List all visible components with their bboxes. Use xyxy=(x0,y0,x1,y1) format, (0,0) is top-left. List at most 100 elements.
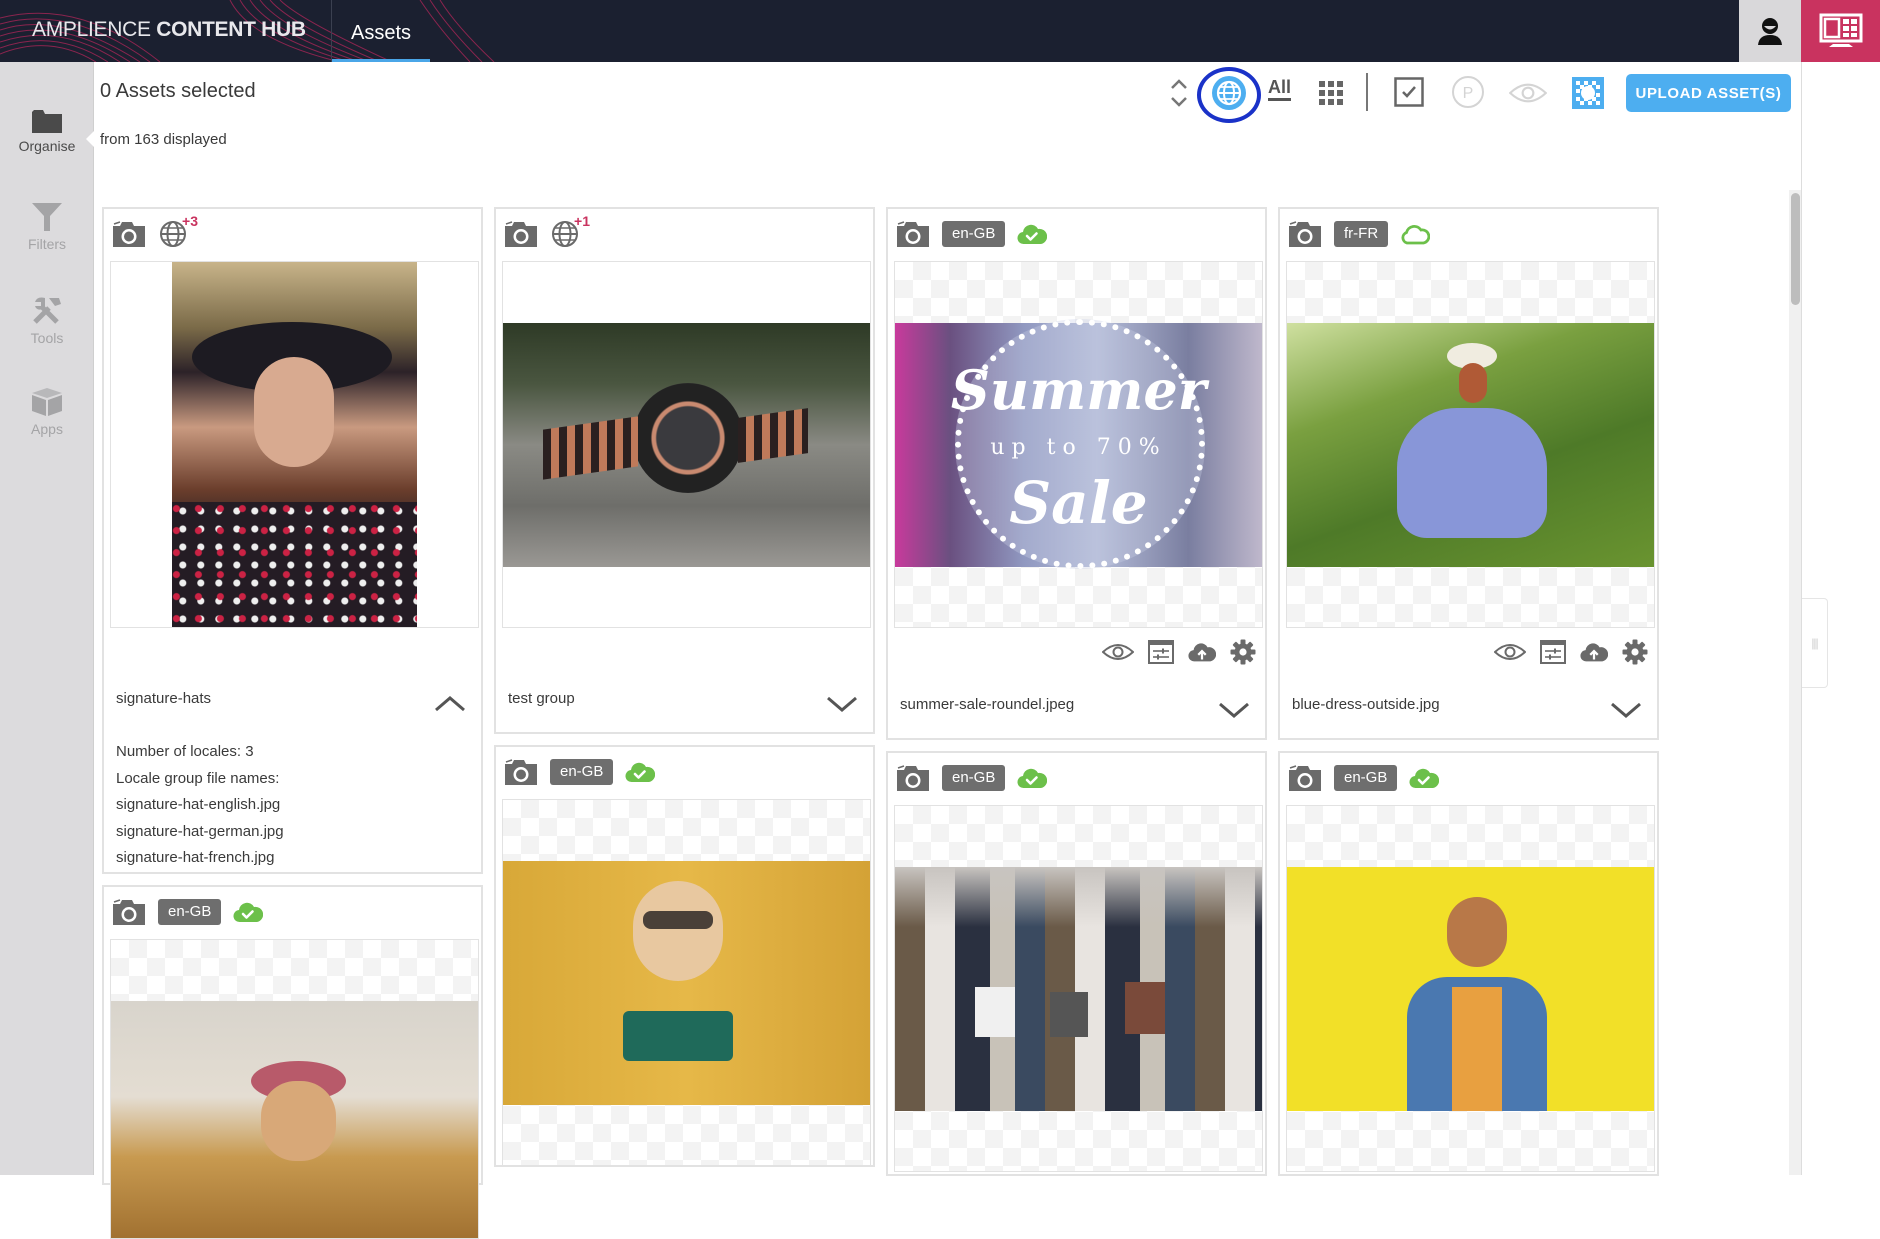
locale-badge: en-GB xyxy=(158,899,222,925)
asset-card-group[interactable]: +3 signature-hats Number of locales: 3 L… xyxy=(102,207,483,874)
asset-thumbnail[interactable] xyxy=(894,805,1263,1172)
thumbnail-image-woman-field xyxy=(111,1001,478,1238)
publish-p-icon: P xyxy=(1452,76,1484,108)
file-names-label: Locale group file names: xyxy=(116,769,280,787)
card-header: +1 xyxy=(504,213,590,249)
tools-icon xyxy=(33,297,61,324)
asset-thumbnail[interactable]: Summer up to 70% Sale xyxy=(894,261,1263,628)
locale-group-indicator: +1 xyxy=(550,213,590,249)
sort-updown-icon xyxy=(1171,79,1187,107)
all-filter-link[interactable]: All xyxy=(1268,78,1292,101)
camera-icon xyxy=(1288,764,1322,792)
transparency-toggle-button[interactable] xyxy=(1572,77,1604,109)
asset-thumbnail[interactable] xyxy=(110,261,479,628)
thumbnail-image-woman-black-hat xyxy=(172,262,417,627)
asset-thumbnail[interactable] xyxy=(1286,261,1655,628)
sidebar-item-filters[interactable]: Filters xyxy=(0,202,94,252)
asset-name: signature-hats xyxy=(116,690,212,707)
sidebar-item-apps[interactable]: Apps xyxy=(0,387,94,437)
asset-card[interactable]: en-GB Summer up to 70% Sale summer-sale-… xyxy=(886,207,1267,740)
adjust-icon[interactable] xyxy=(1148,640,1174,664)
eye-icon[interactable] xyxy=(1102,642,1134,662)
cloud-published-icon xyxy=(625,761,655,783)
brand-name-light: AMPLIENCE xyxy=(32,18,151,41)
locale-count-badge: +3 xyxy=(182,213,198,229)
card-header: +3 xyxy=(112,213,198,249)
camera-icon xyxy=(112,220,146,248)
asset-card[interactable]: en-GB xyxy=(1278,751,1659,1176)
gear-icon[interactable] xyxy=(1230,639,1256,665)
publish-button[interactable]: P xyxy=(1451,75,1485,109)
expand-chevron-down-icon[interactable] xyxy=(1217,699,1251,721)
select-mode-button[interactable] xyxy=(1393,76,1425,108)
card-header: en-GB xyxy=(1288,763,1439,793)
asset-thumbnail[interactable] xyxy=(502,261,871,628)
camera-icon xyxy=(896,220,930,248)
grid-view-button[interactable] xyxy=(1318,80,1344,106)
card-header: en-GB xyxy=(896,763,1047,793)
preview-button[interactable] xyxy=(1508,80,1548,106)
locale-view-button[interactable] xyxy=(1210,74,1248,112)
brand-logo[interactable]: AMPLIENCE CONTENT HUB xyxy=(32,18,306,42)
card-header: fr-FR xyxy=(1288,219,1430,249)
scrollbar-track[interactable] xyxy=(1789,190,1801,1175)
locale-badge: fr-FR xyxy=(1334,221,1389,247)
eye-icon[interactable] xyxy=(1494,642,1526,662)
eye-icon xyxy=(1509,83,1547,103)
asset-card-group[interactable]: +1 test group xyxy=(494,207,875,734)
folder-icon xyxy=(32,110,62,133)
app-switcher-button[interactable] xyxy=(1801,0,1880,62)
adjust-icon[interactable] xyxy=(1540,640,1566,664)
sidebar-item-tools[interactable]: Tools xyxy=(0,294,94,346)
expand-chevron-down-icon[interactable] xyxy=(1609,699,1643,721)
active-tab-indicator xyxy=(332,59,430,62)
sort-toggle-button[interactable] xyxy=(1167,76,1191,110)
checkbox-icon xyxy=(1394,77,1424,107)
asset-thumbnail[interactable] xyxy=(1286,805,1655,1172)
camera-icon xyxy=(112,898,146,926)
filter-icon xyxy=(32,203,62,231)
asset-thumbnail[interactable] xyxy=(502,799,871,1166)
locale-count-text: Number of locales: 3 xyxy=(116,743,254,760)
asset-name: blue-dress-outside.jpg xyxy=(1292,696,1440,713)
asset-card[interactable]: en-GB xyxy=(494,745,875,1167)
asset-name: test group xyxy=(508,690,575,707)
card-header: en-GB xyxy=(112,897,263,927)
sidebar-item-label: Organise xyxy=(18,138,76,154)
gear-icon[interactable] xyxy=(1622,639,1648,665)
cloud-published-icon xyxy=(1409,767,1439,789)
locale-file-name: signature-hat-english.jpg xyxy=(116,796,281,813)
tab-assets[interactable]: Assets xyxy=(332,0,430,62)
cloud-published-icon xyxy=(1017,767,1047,789)
camera-icon xyxy=(504,220,538,248)
user-icon xyxy=(1758,18,1782,45)
thumbnail-image-shoppers xyxy=(895,867,1262,1111)
sidebar-item-label: Filters xyxy=(27,236,67,252)
cloud-upload-icon[interactable] xyxy=(1188,641,1216,663)
side-drawer-handle[interactable]: ||| xyxy=(1802,598,1828,688)
asset-name: summer-sale-roundel.jpeg xyxy=(900,696,1075,713)
drag-grip-icon: ||| xyxy=(1811,636,1818,650)
upload-assets-button[interactable]: UPLOAD ASSET(S) xyxy=(1626,74,1791,112)
asset-thumbnail[interactable] xyxy=(110,939,479,1239)
svg-text:P: P xyxy=(1463,85,1474,102)
globe-icon xyxy=(1212,76,1246,110)
camera-icon xyxy=(1288,220,1322,248)
locale-count-badge: +1 xyxy=(574,213,590,229)
left-sidebar: Organise Filters Tools Apps xyxy=(0,62,95,1175)
scrollbar-thumb[interactable] xyxy=(1791,193,1800,305)
asset-card[interactable]: en-GB xyxy=(102,885,483,1239)
collapse-chevron-up-icon[interactable] xyxy=(433,693,467,715)
brand-name-bold: CONTENT HUB xyxy=(156,18,306,41)
user-menu-button[interactable] xyxy=(1739,0,1801,62)
thumbnail-image-woman-sunglasses xyxy=(503,861,870,1105)
locale-badge: en-GB xyxy=(942,221,1006,247)
sidebar-item-organise[interactable]: Organise xyxy=(0,108,94,154)
asset-card[interactable]: en-GB xyxy=(886,751,1267,1176)
sidebar-item-label: Apps xyxy=(31,421,63,437)
locale-file-name: signature-hat-french.jpg xyxy=(116,849,275,866)
cloud-upload-icon[interactable] xyxy=(1580,641,1608,663)
box-icon xyxy=(32,388,62,416)
asset-card[interactable]: fr-FR blue-dress-outside.jpg xyxy=(1278,207,1659,740)
expand-chevron-down-icon[interactable] xyxy=(825,693,859,715)
